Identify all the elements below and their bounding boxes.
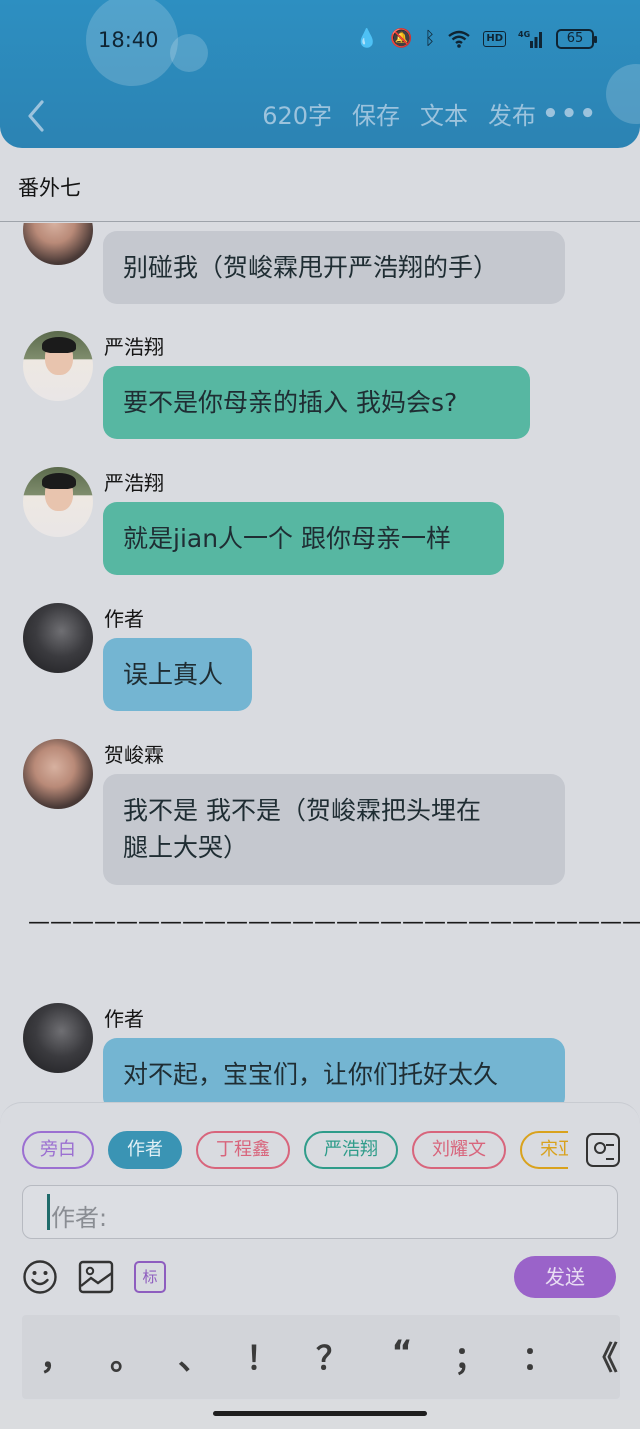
nav-bar: 620字 保存 文本 发布 ••• xyxy=(0,96,640,136)
bluetooth-icon: ᛒ xyxy=(424,28,436,49)
publish-button[interactable]: 发布 xyxy=(488,96,536,136)
mute-icon: 🔕 xyxy=(390,28,413,49)
avatar[interactable] xyxy=(23,223,93,265)
text-cursor xyxy=(47,1194,50,1230)
speaker-name: 严浩翔 xyxy=(104,335,164,359)
message-bubble[interactable]: 就是jian人一个 跟你母亲一样 xyxy=(103,502,504,575)
status-icons: 💧 🔕 ᛒ HD 4G 65 xyxy=(355,28,597,49)
more-icon[interactable]: ••• xyxy=(542,96,598,132)
role-chip-author[interactable]: 作者 xyxy=(108,1131,182,1169)
data-saver-icon: 💧 xyxy=(355,28,379,49)
emoji-icon[interactable] xyxy=(22,1259,58,1295)
contact-card-icon[interactable] xyxy=(586,1133,620,1167)
text-button[interactable]: 文本 xyxy=(420,96,468,136)
speaker-name: 严浩翔 xyxy=(104,471,164,495)
avatar[interactable] xyxy=(23,739,93,809)
chat-list[interactable]: 别碰我（贺峻霖甩开严浩翔的手） 严浩翔 要不是你母亲的插入 我妈会s? 严浩翔 … xyxy=(0,223,640,1103)
punctuation-bar: ， 。 、 ！ ？ “ ； ： 《 xyxy=(22,1315,620,1399)
role-chip-song[interactable]: 宋亚轩 xyxy=(520,1131,568,1169)
role-chip-liu[interactable]: 刘耀文 xyxy=(412,1131,506,1169)
message-bubble[interactable]: 要不是你母亲的插入 我妈会s? xyxy=(103,366,530,439)
punct-period[interactable]: 。 xyxy=(106,1333,146,1379)
punct-comma[interactable]: ， xyxy=(36,1333,76,1379)
punct-book-title[interactable]: 《 xyxy=(582,1333,622,1379)
message-bubble[interactable]: 对不起，宝宝们，让你们托好太久 xyxy=(103,1038,565,1103)
save-button[interactable]: 保存 xyxy=(352,96,400,136)
image-icon[interactable] xyxy=(78,1259,114,1295)
section-divider: ———————————————————————————————————— xyxy=(28,910,640,935)
punct-exclamation[interactable]: ！ xyxy=(242,1333,282,1379)
avatar[interactable] xyxy=(23,331,93,401)
wifi-icon xyxy=(448,30,471,48)
composer-panel: 旁白作者丁程鑫严浩翔刘耀文宋亚轩 作者: 标 发送 ， 。 、 ！ ？ “ ； … xyxy=(0,1102,640,1414)
battery-icon: 65 xyxy=(556,28,597,49)
avatar[interactable] xyxy=(23,603,93,673)
signal-icon: 4G xyxy=(518,30,542,48)
role-chip-ding[interactable]: 丁程鑫 xyxy=(196,1131,290,1169)
send-button[interactable]: 发送 xyxy=(514,1256,616,1298)
role-selector[interactable]: 旁白作者丁程鑫严浩翔刘耀文宋亚轩 xyxy=(22,1131,568,1171)
punct-enumeration-comma[interactable]: 、 xyxy=(174,1333,214,1379)
punct-colon[interactable]: ： xyxy=(518,1333,558,1379)
status-time: 18:40 xyxy=(98,28,159,52)
nav-actions: 620字 保存 文本 发布 xyxy=(262,96,536,136)
punct-quote[interactable]: “ xyxy=(382,1333,422,1371)
chapter-title: 番外七 xyxy=(18,176,81,200)
app-header: 18:40 💧 🔕 ᛒ HD 4G 65 620字 保存 文本 发布 ••• xyxy=(0,0,640,148)
avatar[interactable] xyxy=(23,467,93,537)
avatar[interactable] xyxy=(23,1003,93,1073)
speaker-name: 作者 xyxy=(104,607,144,631)
home-indicator[interactable] xyxy=(213,1411,427,1416)
message-bubble[interactable]: 误上真人 xyxy=(103,638,252,711)
svg-text:4G: 4G xyxy=(518,30,530,39)
message-bubble[interactable]: 别碰我（贺峻霖甩开严浩翔的手） xyxy=(103,231,565,304)
status-bar: 18:40 💧 🔕 ᛒ HD 4G 65 xyxy=(0,0,640,80)
input-placeholder: 作者: xyxy=(51,1204,108,1232)
role-chip-yan[interactable]: 严浩翔 xyxy=(304,1131,398,1169)
message-bubble[interactable]: 我不是 我不是（贺峻霖把头埋在 腿上大哭） xyxy=(103,774,565,885)
message-input[interactable]: 作者: xyxy=(22,1185,618,1239)
speaker-name: 作者 xyxy=(104,1007,144,1031)
punct-question[interactable]: ？ xyxy=(312,1333,352,1379)
speaker-name: 贺峻霖 xyxy=(104,743,164,767)
tag-button[interactable]: 标 xyxy=(134,1261,166,1293)
word-count: 620字 xyxy=(262,102,332,130)
message-line: 腿上大哭） xyxy=(123,833,249,862)
chapter-title-bar[interactable]: 番外七 xyxy=(0,148,640,222)
message-line: 我不是 我不是（贺峻霖把头埋在 xyxy=(123,796,481,825)
role-chip-narrator[interactable]: 旁白 xyxy=(22,1131,94,1169)
punct-semicolon[interactable]: ； xyxy=(450,1333,490,1379)
hd-icon: HD xyxy=(483,30,506,47)
back-arrow-icon[interactable] xyxy=(22,96,50,136)
